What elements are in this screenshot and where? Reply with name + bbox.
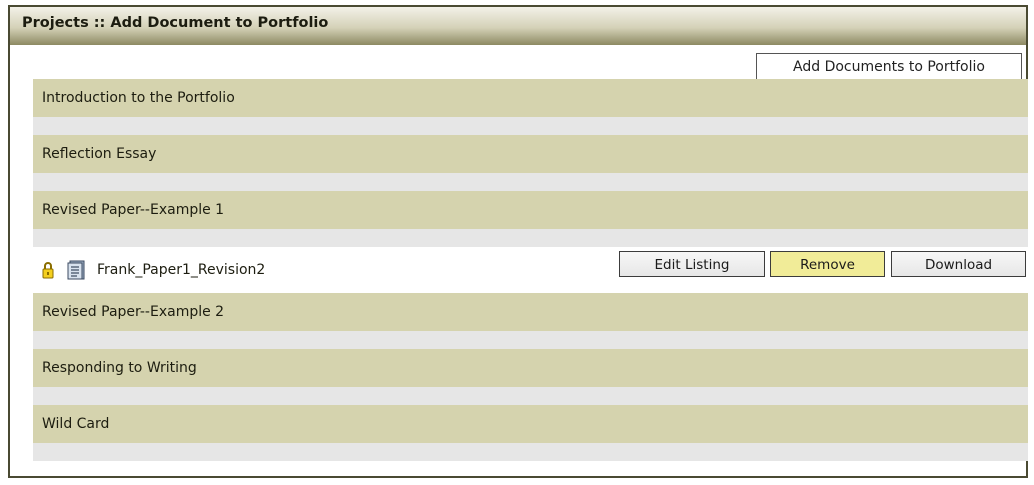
page-title: Projects :: Add Document to Portfolio — [10, 7, 1026, 45]
portfolio-panel: Projects :: Add Document to Portfolio Ad… — [8, 5, 1028, 478]
document-name[interactable]: Frank_Paper1_Revision2 — [97, 260, 265, 280]
document-row: Frank_Paper1_Revision2 Edit Listing Remo… — [33, 247, 1028, 293]
portfolio-sections: Introduction to the Portfolio Reflection… — [33, 79, 1028, 461]
document-icon[interactable] — [67, 260, 87, 284]
section-drop-area — [33, 387, 1028, 405]
edit-listing-button[interactable]: Edit Listing — [619, 251, 765, 277]
section-reflection-essay[interactable]: Reflection Essay — [33, 135, 1028, 173]
download-button[interactable]: Download — [891, 251, 1026, 277]
section-responding-to-writing[interactable]: Responding to Writing — [33, 349, 1028, 387]
section-drop-area — [33, 331, 1028, 349]
section-introduction[interactable]: Introduction to the Portfolio — [33, 79, 1028, 117]
section-revised-paper-1[interactable]: Revised Paper--Example 1 — [33, 191, 1028, 229]
padlock-icon — [42, 261, 54, 283]
section-drop-area — [33, 173, 1028, 191]
section-drop-area — [33, 443, 1028, 461]
remove-button[interactable]: Remove — [770, 251, 885, 277]
tab-add-documents[interactable]: Add Documents to Portfolio — [756, 53, 1022, 80]
section-drop-area — [33, 117, 1028, 135]
section-drop-area — [33, 229, 1028, 247]
section-wild-card[interactable]: Wild Card — [33, 405, 1028, 443]
section-revised-paper-2[interactable]: Revised Paper--Example 2 — [33, 293, 1028, 331]
